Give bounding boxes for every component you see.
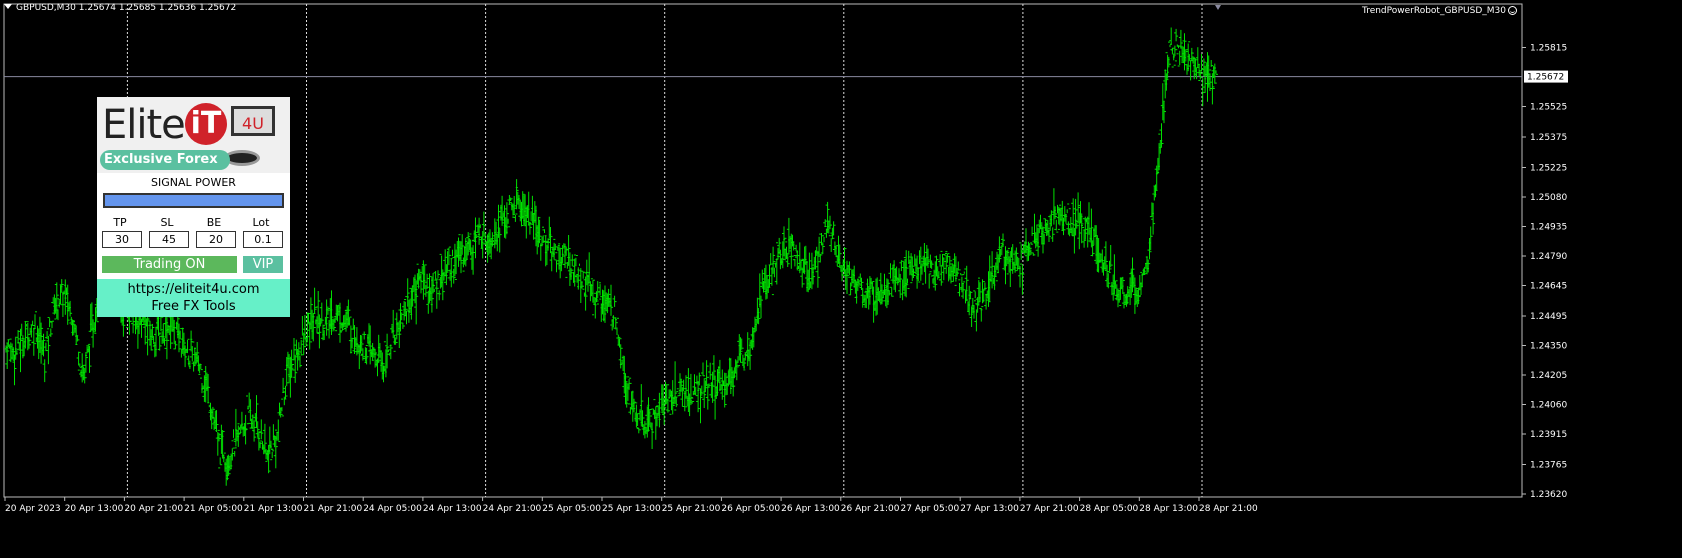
price-tick-label: 1.24790 [1530, 252, 1567, 262]
time-tick-label: 27 Apr 13:00 [960, 504, 1019, 514]
time-tick-label: 21 Apr 21:00 [304, 504, 363, 514]
price-tick-label: 1.23620 [1530, 490, 1567, 500]
price-tick-label: 1.24935 [1530, 223, 1567, 233]
price-tick-label: 1.25080 [1530, 193, 1567, 203]
time-tick-label: 28 Apr 21:00 [1199, 504, 1258, 514]
price-tick-label: 1.23915 [1530, 430, 1567, 440]
time-tick-label: 20 Apr 13:00 [65, 504, 124, 514]
logo-it-circle: iT [185, 103, 227, 145]
time-tick-label: 25 Apr 05:00 [542, 504, 601, 514]
time-tick-label: 28 Apr 05:00 [1080, 504, 1139, 514]
time-tick-label: 21 Apr 05:00 [184, 504, 243, 514]
time-tick-label: 20 Apr 2023 [5, 504, 61, 514]
footer-text: Free FX Tools [151, 299, 236, 314]
logo-monitor-icon: 4U [231, 106, 275, 136]
time-tick-label: 28 Apr 13:00 [1139, 504, 1198, 514]
time-tick-label: 27 Apr 05:00 [901, 504, 960, 514]
time-tick-label: 26 Apr 13:00 [781, 504, 840, 514]
time-tick-label: 21 Apr 13:00 [244, 504, 303, 514]
price-tick-label: 1.25375 [1530, 133, 1567, 143]
time-tick-label: 26 Apr 05:00 [721, 504, 780, 514]
dropdown-triangle-icon[interactable] [4, 4, 12, 9]
smiley-icon [1508, 6, 1517, 15]
vip-button[interactable]: VIP [243, 256, 283, 273]
chart-header: GBPUSD,M30 1.25674 1.25685 1.25636 1.256… [4, 3, 236, 13]
signal-power-bar [103, 193, 284, 208]
price-tick-label: 1.24495 [1530, 312, 1567, 322]
price-tick-label: 1.24205 [1530, 371, 1567, 381]
time-tick-label: 24 Apr 21:00 [483, 504, 542, 514]
price-tick-label: 1.24645 [1530, 281, 1567, 291]
sl-input[interactable]: 45 [149, 231, 189, 248]
price-tick-label: 1.24350 [1530, 342, 1567, 352]
time-tick-label: 26 Apr 21:00 [841, 504, 900, 514]
logo-text: Elite [102, 102, 186, 148]
expert-advisor-label[interactable]: TrendPowerRobot_GBPUSD_M30 [1362, 6, 1517, 16]
time-tick-label: 24 Apr 05:00 [363, 504, 422, 514]
tp-input[interactable]: 30 [102, 231, 142, 248]
tp-label: TP [113, 216, 127, 229]
time-tick-label: 24 Apr 13:00 [423, 504, 482, 514]
footer-url[interactable]: https://eliteit4u.com [97, 281, 290, 298]
price-tick-label: 1.23765 [1530, 461, 1567, 471]
time-tick-label: 25 Apr 13:00 [602, 504, 661, 514]
price-tick-label: 1.24060 [1530, 400, 1567, 410]
expert-name: TrendPowerRobot_GBPUSD_M30 [1362, 6, 1506, 16]
sl-label: SL [160, 216, 174, 229]
price-tag-label: 1.25672 [1527, 73, 1564, 83]
brand-logo[interactable]: Elite iT 4U Exclusive Forex [97, 97, 290, 173]
symbol-label: GBPUSD,M30 [16, 3, 76, 13]
logo-slogan: Exclusive Forex [100, 150, 230, 170]
price-tick-label: 1.25225 [1530, 164, 1567, 174]
panel-footer[interactable]: https://eliteit4u.com Free FX Tools [97, 279, 290, 317]
ohlc-values: 1.25674 1.25685 1.25636 1.25672 [78, 3, 237, 13]
signal-power-title: SIGNAL POWER [151, 176, 236, 189]
trading-toggle-button[interactable]: Trading ON [102, 256, 237, 273]
time-tick-label: 25 Apr 21:00 [662, 504, 721, 514]
price-tick-label: 1.25815 [1530, 43, 1567, 53]
time-tick-label: 20 Apr 21:00 [124, 504, 183, 514]
be-label: BE [206, 216, 222, 229]
lot-label: Lot [252, 216, 270, 229]
elite-panel: Elite iT 4U Exclusive Forex SIGNAL POWER… [97, 97, 290, 317]
price-tick-label: 1.25525 [1530, 102, 1567, 112]
lot-input[interactable]: 0.1 [243, 231, 283, 248]
be-input[interactable]: 20 [196, 231, 236, 248]
time-tick-label: 27 Apr 21:00 [1020, 504, 1079, 514]
